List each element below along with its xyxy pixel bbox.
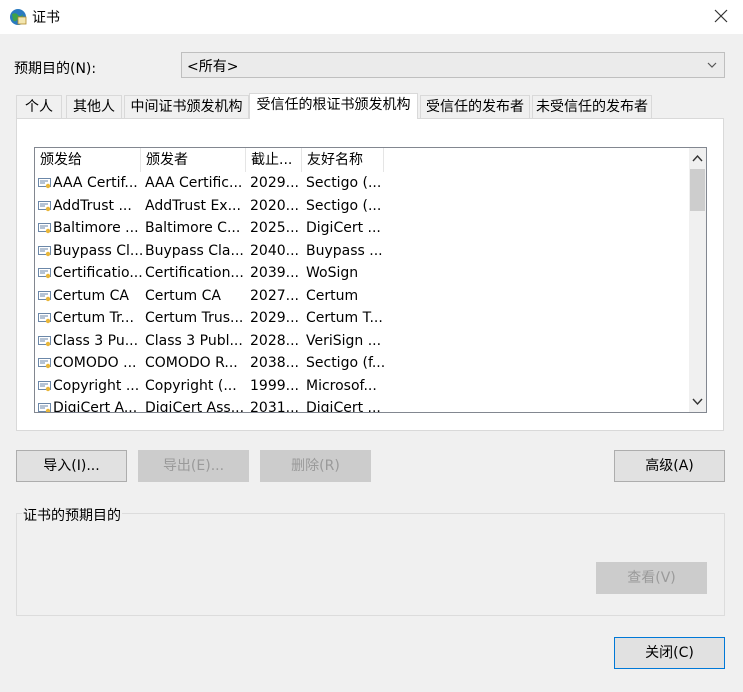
- cell-issued-to: Copyright ...: [53, 377, 140, 394]
- list-item[interactable]: Buypass Cl... Buypass Cla... 2040... Buypas…: [35, 240, 690, 263]
- cell-expiration: 2039...: [250, 265, 299, 281]
- cell-issued-to: Certificatio...: [53, 265, 143, 281]
- list-header: 颁发给 颁发者 截止... 友好名称: [35, 148, 706, 172]
- cell-issued-by: DigiCert Ass...: [145, 400, 245, 413]
- cell-issued-by: Copyright (...: [145, 377, 237, 394]
- scroll-down-icon[interactable]: [689, 393, 706, 410]
- cell-expiration: 2038...: [250, 355, 299, 371]
- tab-trusted-root-ca[interactable]: 受信任的根证书颁发机构: [249, 93, 418, 119]
- export-button[interactable]: 导出(E)...: [138, 450, 249, 482]
- cell-issued-to: DigiCert A...: [53, 400, 138, 413]
- view-button[interactable]: 查看(V): [596, 562, 707, 594]
- column-friendly-name[interactable]: 友好名称: [302, 148, 384, 172]
- cell-friendly-name: WoSign: [306, 265, 359, 281]
- cell-issued-by: Class 3 Publ...: [145, 332, 243, 349]
- cell-friendly-name: Sectigo (...: [306, 197, 382, 214]
- certificate-icon: [38, 313, 51, 324]
- certificate-icon: [38, 380, 51, 391]
- purpose-value: <所有>: [187, 59, 239, 75]
- cell-issued-to: AAA Certif...: [53, 175, 138, 191]
- tab-panel: 颁发给 颁发者 截止... 友好名称 AAA Certif... AAA Cert…: [16, 118, 724, 431]
- tab-other-people[interactable]: 其他人: [66, 95, 122, 118]
- list-item[interactable]: Certum CA Certum CA 2027... Certum: [35, 285, 690, 308]
- cell-expiration: 2040...: [250, 242, 299, 259]
- certificate-icon: [38, 358, 51, 369]
- list-item[interactable]: Baltimore ... Baltimore C... 2025... DigiCe…: [35, 217, 690, 240]
- certificate-icon: [38, 335, 51, 346]
- cell-friendly-name: Certum T...: [306, 310, 383, 326]
- purpose-dropdown[interactable]: <所有>: [181, 52, 725, 78]
- cell-issued-to: Buypass Cl...: [53, 242, 144, 259]
- list-item[interactable]: AddTrust ... AddTrust Ex... 2020... Sectigo…: [35, 195, 690, 218]
- cell-expiration: 2028...: [250, 332, 299, 349]
- cell-issued-to: COMODO ...: [53, 355, 137, 371]
- certificate-icon: [38, 268, 51, 279]
- cell-friendly-name: Microsof...: [306, 377, 377, 394]
- cell-issued-by: Certification...: [145, 265, 244, 281]
- certificate-globe-icon: [10, 9, 27, 25]
- cell-expiration: 2029...: [250, 310, 299, 326]
- cell-issued-to: AddTrust ...: [53, 197, 132, 214]
- cell-expiration: 2027...: [250, 287, 299, 304]
- cell-issued-by: Certum Trus...: [145, 310, 244, 326]
- cell-issued-by: AddTrust Ex...: [145, 197, 241, 214]
- column-issued-by[interactable]: 颁发者: [141, 148, 246, 172]
- cell-expiration: 2029...: [250, 175, 299, 191]
- cell-expiration: 2031...: [250, 400, 299, 413]
- list-item[interactable]: Class 3 Pu... Class 3 Publ... 2028... VeriS…: [35, 330, 690, 353]
- cell-friendly-name: Sectigo (f...: [306, 355, 386, 371]
- tab-intermediate-ca[interactable]: 中间证书颁发机构: [124, 95, 249, 118]
- list-item[interactable]: AAA Certif... AAA Certific... 2029... Secti…: [35, 172, 690, 195]
- close-icon[interactable]: [713, 8, 729, 24]
- cell-friendly-name: Certum: [306, 287, 359, 304]
- cell-issued-by: AAA Certific...: [145, 175, 243, 191]
- cell-friendly-name: Sectigo (...: [306, 175, 382, 191]
- title-bar: 证书: [0, 0, 743, 34]
- certificate-list[interactable]: 颁发给 颁发者 截止... 友好名称 AAA Certif... AAA Cert…: [34, 147, 707, 413]
- cell-issued-by: Buypass Cla...: [145, 242, 244, 259]
- list-item[interactable]: COMODO ... COMODO R... 2038... Sectigo (f..…: [35, 352, 690, 375]
- cell-issued-by: COMODO R...: [145, 355, 238, 371]
- certificate-icon: [38, 223, 51, 234]
- chevron-down-icon: [707, 62, 717, 68]
- vertical-scrollbar[interactable]: [689, 148, 706, 412]
- certificate-icon: [38, 290, 51, 301]
- certificate-icon: [38, 245, 51, 256]
- cell-issued-by: Baltimore C...: [145, 220, 241, 236]
- scroll-thumb[interactable]: [690, 169, 705, 211]
- tab-trusted-publishers[interactable]: 受信任的发布者: [420, 95, 530, 118]
- cell-issued-to: Certum Tr...: [53, 310, 134, 326]
- certificate-icon: [38, 403, 51, 412]
- certificate-icon: [38, 200, 51, 211]
- list-item[interactable]: Copyright ... Copyright (... 1999... Micros…: [35, 375, 690, 398]
- remove-button[interactable]: 删除(R): [260, 450, 371, 482]
- list-item[interactable]: DigiCert A... DigiCert Ass... 2031... DigiC…: [35, 397, 690, 413]
- cell-issued-to: Baltimore ...: [53, 220, 139, 236]
- cell-friendly-name: Buypass ...: [306, 242, 383, 259]
- cell-issued-to: Certum CA: [53, 287, 129, 304]
- certificate-icon: [38, 178, 51, 189]
- close-button[interactable]: 关闭(C): [614, 637, 725, 669]
- scroll-up-icon[interactable]: [689, 150, 706, 167]
- intended-purposes-label: 证书的预期目的: [22, 505, 122, 525]
- column-expiration[interactable]: 截止...: [246, 148, 302, 172]
- cell-expiration: 2020...: [250, 197, 299, 214]
- list-item[interactable]: Certificatio... Certification... 2039... Wo…: [35, 262, 690, 285]
- cell-issued-to: Class 3 Pu...: [53, 332, 139, 349]
- list-item[interactable]: Certum Tr... Certum Trus... 2029... Certum …: [35, 307, 690, 330]
- cell-expiration: 1999...: [250, 377, 299, 394]
- window-title: 证书: [32, 10, 60, 26]
- cell-expiration: 2025...: [250, 220, 299, 236]
- column-issued-to[interactable]: 颁发给: [35, 148, 141, 172]
- cell-issued-by: Certum CA: [145, 287, 221, 304]
- cell-friendly-name: DigiCert ...: [306, 400, 381, 413]
- cell-friendly-name: VeriSign ...: [306, 332, 382, 349]
- purpose-label: 预期目的(N):: [14, 61, 97, 77]
- advanced-button[interactable]: 高级(A): [614, 450, 725, 482]
- import-button[interactable]: 导入(I)...: [16, 450, 127, 482]
- tab-untrusted-publishers[interactable]: 未受信任的发布者: [532, 95, 652, 118]
- tab-personal[interactable]: 个人: [16, 95, 62, 118]
- cell-friendly-name: DigiCert ...: [306, 220, 381, 236]
